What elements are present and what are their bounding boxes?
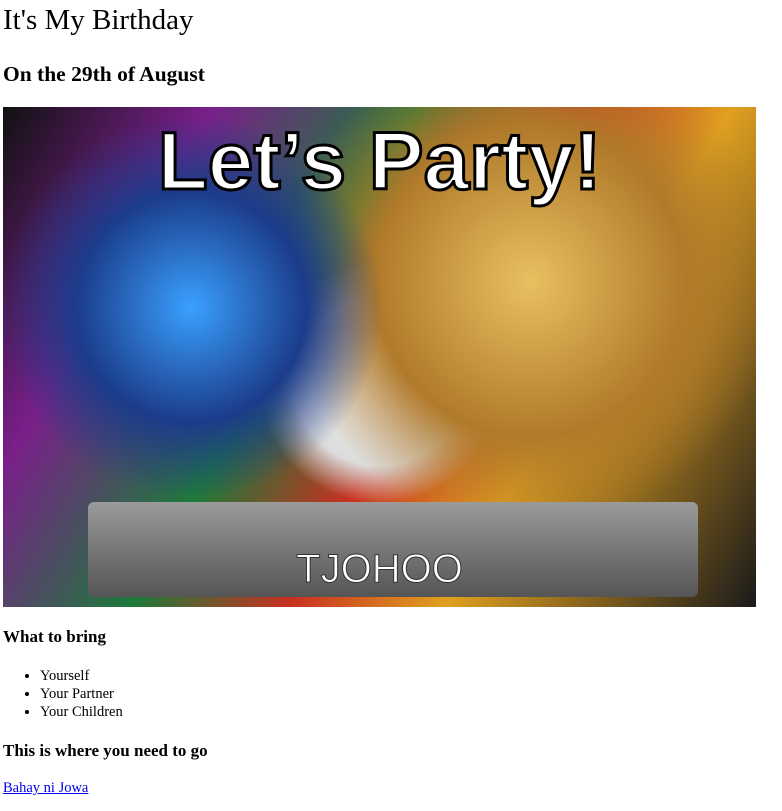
bring-list: Yourself Your Partner Your Children [0, 667, 123, 721]
list-item: Your Children [40, 703, 123, 721]
list-item: Yourself [40, 667, 123, 685]
image-caption-top: Let’s Party! [156, 115, 603, 209]
page-title: It's My Birthday [3, 4, 194, 36]
location-heading: This is where you need to go [3, 741, 208, 760]
image-caption-bottom: TJOHOO [296, 547, 464, 592]
list-item: Your Partner [40, 685, 123, 703]
party-cat-image: Let’s Party! TJOHOO [3, 107, 756, 607]
bring-heading: What to bring [3, 627, 106, 646]
location-link[interactable]: Bahay ni Jowa [3, 780, 88, 797]
date-subtitle: On the 29th of August [3, 62, 205, 86]
